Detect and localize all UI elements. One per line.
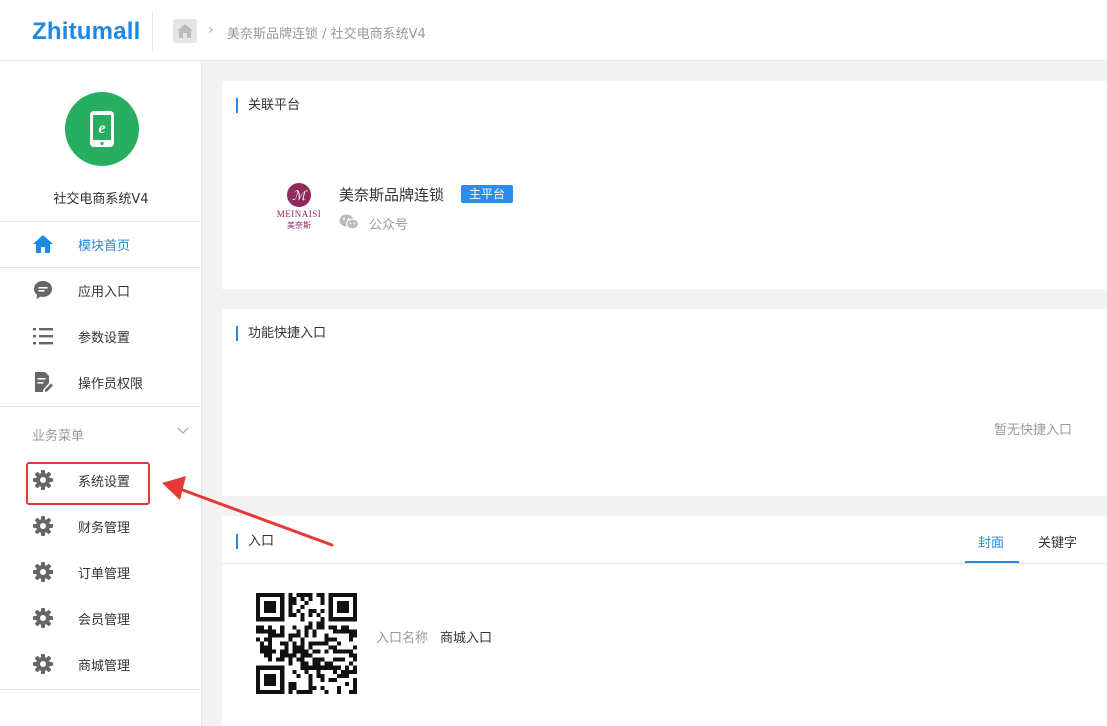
sidebar-item-system-settings[interactable]: 系统设置 [0, 457, 202, 503]
mobile-app-icon: e [90, 111, 114, 147]
svg-text:美奈斯: 美奈斯 [287, 220, 311, 230]
gear-icon [32, 515, 54, 537]
entry-name-value: 商城入口 [440, 631, 493, 646]
gear-icon [32, 469, 54, 491]
gear-icon [32, 653, 54, 675]
logo[interactable]: Zhitumall [32, 18, 140, 46]
sidebar: e 社交电商系统V4 模块首页 应用入口 参数设置 操作员权限 业务菜单 系统设… [0, 61, 202, 726]
home-button[interactable] [173, 19, 197, 43]
home-icon [32, 233, 54, 255]
linked-platform-card: 关联平台 ℳ MEINAISI 美奈斯 美奈斯品牌连锁 主平台 公众号 [222, 81, 1107, 289]
platform-type: 公众号 [369, 218, 409, 233]
sidebar-item-app-entry[interactable]: 应用入口 [0, 267, 202, 313]
sidebar-divider [0, 689, 202, 690]
wechat-icon [339, 214, 359, 230]
sidebar-item-label: 模块首页 [78, 239, 131, 254]
tab-keyword[interactable]: 关键字 [1038, 532, 1077, 551]
sidebar-item-label: 系统设置 [78, 475, 131, 490]
sidebar-item-label: 应用入口 [78, 285, 131, 300]
sidebar-item-label: 订单管理 [78, 567, 131, 582]
document-edit-icon [32, 371, 54, 393]
sidebar-divider [0, 406, 202, 407]
breadcrumb[interactable]: 美奈斯品牌连锁 / 社交电商系统V4 [227, 23, 426, 42]
svg-text:e: e [98, 120, 105, 137]
gear-icon [32, 561, 54, 583]
top-header: Zhitumall › 美奈斯品牌连锁 / 社交电商系统V4 [0, 0, 1107, 61]
main-platform-badge: 主平台 [461, 185, 514, 203]
chevron-down-icon[interactable] [176, 423, 190, 437]
list-icon [32, 325, 54, 347]
sidebar-item-params[interactable]: 参数设置 [0, 313, 202, 359]
tab-cover[interactable]: 封面 [978, 532, 1004, 551]
sidebar-item-module-home[interactable]: 模块首页 [0, 221, 202, 267]
chevron-right-icon: › [208, 22, 214, 38]
sidebar-item-label: 会员管理 [78, 613, 131, 628]
chat-bubble-icon [32, 279, 54, 301]
sidebar-item-label: 商城管理 [78, 659, 131, 674]
home-icon [177, 24, 193, 38]
entry-card: 入口 封面 关键字 入口名称 商城入口 [222, 516, 1107, 726]
shortcuts-card: 功能快捷入口 暂无快捷入口 [222, 309, 1107, 496]
card-title: 关联平台 [236, 98, 300, 113]
brand-logo: ℳ MEINAISI 美奈斯 [277, 183, 322, 230]
sidebar-item-label: 操作员权限 [78, 377, 144, 392]
sidebar-item-orders[interactable]: 订单管理 [0, 549, 202, 595]
gear-icon [32, 607, 54, 629]
app-avatar: e [65, 92, 139, 166]
sidebar-item-operator-permission[interactable]: 操作员权限 [0, 359, 202, 405]
svg-text:MEINAISI: MEINAISI [277, 209, 322, 219]
qr-code [256, 593, 357, 694]
card-title: 入口 [236, 534, 274, 549]
app-name: 社交电商系统V4 [53, 192, 149, 207]
card-title: 功能快捷入口 [236, 326, 326, 341]
platform-name[interactable]: 美奈斯品牌连锁 [339, 184, 444, 205]
svg-text:ℳ: ℳ [292, 188, 308, 203]
tab-divider [222, 563, 1107, 564]
sidebar-item-label: 参数设置 [78, 331, 131, 346]
sidebar-item-finance[interactable]: 财务管理 [0, 503, 202, 549]
sidebar-item-members[interactable]: 会员管理 [0, 595, 202, 641]
business-menu-title[interactable]: 业务菜单 [32, 425, 84, 444]
header-divider [152, 11, 153, 51]
sidebar-item-label: 财务管理 [78, 521, 131, 536]
empty-shortcuts-text: 暂无快捷入口 [993, 423, 1072, 438]
sidebar-item-mall[interactable]: 商城管理 [0, 641, 202, 687]
entry-name-label: 入口名称 [376, 631, 429, 646]
